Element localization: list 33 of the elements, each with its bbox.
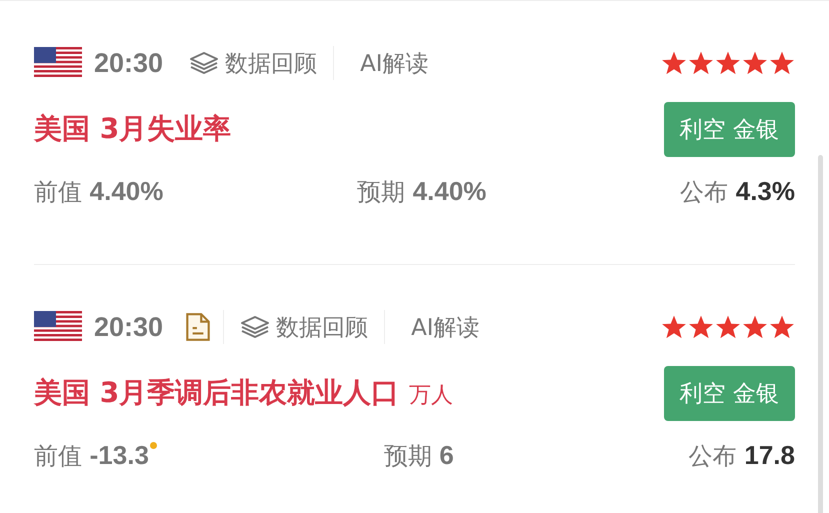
star-icon: [688, 314, 714, 340]
star-icon: [661, 50, 687, 76]
star-icon: [742, 314, 768, 340]
forecast-value: 预期 6: [384, 440, 454, 472]
star-icon: [688, 50, 714, 76]
star-icon: [742, 50, 768, 76]
review-link[interactable]: 数据回顾: [236, 312, 372, 342]
flag-icon: [34, 311, 82, 343]
event-title: 美国 3月季调后非农就业人口: [34, 375, 400, 411]
ai-link[interactable]: AI解读: [397, 312, 494, 342]
previous-value: 前值 -13.3: [34, 440, 149, 472]
unit-label: 万人: [409, 382, 454, 410]
scrollbar[interactable]: [818, 155, 823, 513]
document-icon[interactable]: [185, 312, 212, 342]
layers-icon: [240, 315, 270, 339]
review-link[interactable]: 数据回顾: [185, 48, 322, 78]
event-time: 20:30: [94, 48, 164, 78]
actual-value: 公布 4.3%: [680, 176, 795, 208]
forecast-value: 预期 4.40%: [357, 176, 486, 208]
impact-badge: 利空 金银: [664, 102, 795, 156]
event-title: 美国 3月失业率: [34, 111, 232, 147]
star-icon: [661, 314, 687, 340]
star-icon: [715, 50, 741, 76]
star-icon: [769, 314, 795, 340]
star-icon: [715, 314, 741, 340]
actual-value: 公布 17.8: [688, 440, 795, 472]
flag-icon: [34, 47, 82, 79]
ai-link[interactable]: AI解读: [346, 48, 443, 78]
star-icon: [769, 50, 795, 76]
previous-value: 前值 4.40%: [34, 176, 164, 208]
impact-badge: 利空 金银: [664, 366, 795, 420]
event-time: 20:30: [94, 312, 164, 342]
layers-icon: [189, 51, 220, 75]
